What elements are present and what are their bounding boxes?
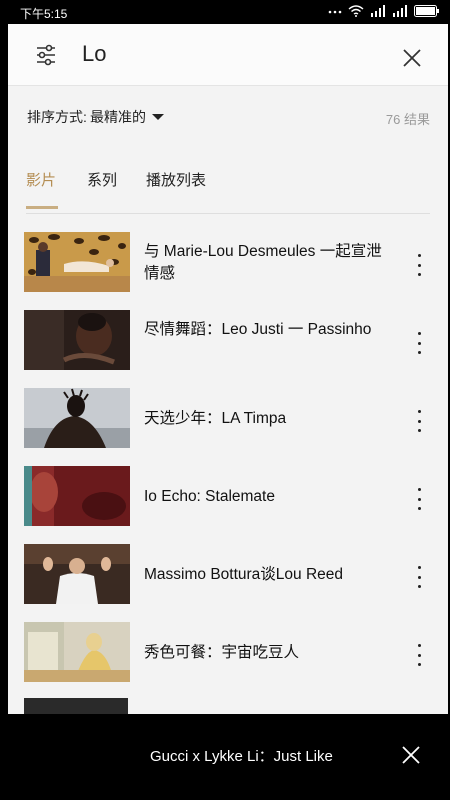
- close-icon[interactable]: [402, 48, 422, 68]
- more-options-icon[interactable]: [408, 408, 430, 434]
- video-title: 秀色可餐：宇宙吃豆人: [144, 644, 300, 661]
- signal-icon: [370, 5, 386, 20]
- sort-dropdown[interactable]: 最精准的: [90, 107, 164, 127]
- tab-videos[interactable]: 影片: [26, 169, 56, 190]
- list-item[interactable]: Massimo Bottura谈Lou Reed: [8, 540, 448, 618]
- sliders-icon[interactable]: [34, 43, 58, 67]
- wifi-icon: [348, 5, 364, 20]
- status-icons: [328, 5, 440, 20]
- video-thumbnail: [24, 622, 130, 682]
- caret-down-icon: [152, 114, 164, 120]
- more-options-icon[interactable]: [408, 330, 430, 356]
- video-thumbnail: [24, 388, 130, 448]
- search-results-screen: Lo 排序方式: 最精准的 76 结果 影片 系列 播放列表 与 Marie-L…: [8, 24, 448, 714]
- tab-playlists[interactable]: 播放列表: [146, 169, 206, 190]
- video-thumbnail: [24, 698, 128, 714]
- results-list: 与 Marie-Lou Desmeules 一起宣泄情感 尽情舞蹈：Leo Ju…: [8, 228, 448, 696]
- video-thumbnail: [24, 232, 130, 292]
- sort-selected-value: 最精准的: [90, 109, 146, 125]
- list-item[interactable]: 与 Marie-Lou Desmeules 一起宣泄情感: [8, 228, 448, 306]
- video-title: Massimo Bottura谈Lou Reed: [144, 566, 344, 583]
- divider: [26, 213, 430, 214]
- mini-player-title: Gucci x Lykke Li：Just Like: [150, 748, 333, 765]
- close-icon[interactable]: [401, 745, 421, 765]
- more-options-icon[interactable]: [408, 252, 430, 278]
- signal-icon: [392, 5, 408, 20]
- video-title: 与 Marie-Lou Desmeules 一起宣泄情感: [144, 243, 382, 282]
- list-item[interactable]: 尽情舞蹈：Leo Justi 一 Passinho: [8, 306, 448, 384]
- battery-icon: [414, 5, 440, 20]
- more-options-icon[interactable]: [408, 486, 430, 512]
- video-title: 尽情舞蹈：Leo Justi 一 Passinho: [144, 321, 372, 338]
- result-count: 76 结果: [385, 112, 430, 127]
- result-tabs: 影片 系列 播放列表: [8, 164, 448, 212]
- more-options-icon[interactable]: [408, 564, 430, 590]
- list-item[interactable]: Io Echo: Stalemate: [8, 462, 448, 540]
- sort-label: 排序方式:: [27, 109, 87, 125]
- active-tab-indicator: [26, 206, 58, 209]
- status-time: 下午5:15: [20, 7, 68, 21]
- list-item[interactable]: 天选少年：LA Timpa: [8, 384, 448, 462]
- more-icon: [328, 5, 342, 20]
- video-thumbnail: [24, 310, 130, 370]
- sort-row: 排序方式: 最精准的 76 结果: [8, 104, 448, 128]
- status-bar: 下午5:15: [0, 0, 450, 24]
- list-item[interactable]: 秀色可餐：宇宙吃豆人: [8, 618, 448, 696]
- video-title: Io Echo: Stalemate: [144, 488, 275, 505]
- mini-player[interactable]: Gucci x Lykke Li：Just Like: [0, 714, 450, 800]
- tab-series[interactable]: 系列: [87, 169, 117, 190]
- more-options-icon[interactable]: [408, 642, 430, 668]
- search-input[interactable]: Lo: [82, 41, 106, 67]
- video-thumbnail: [24, 466, 130, 526]
- video-title: 天选少年：LA Timpa: [144, 410, 287, 427]
- search-header: Lo: [8, 24, 448, 86]
- video-thumbnail: [24, 544, 130, 604]
